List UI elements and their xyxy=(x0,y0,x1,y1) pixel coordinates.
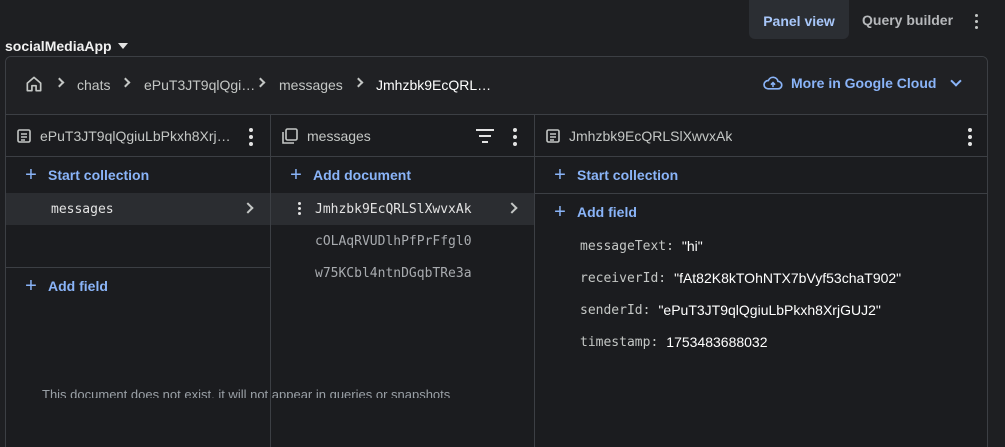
fields-column-header: Jmhzbk9EcQRLSlXwvxAk xyxy=(535,115,987,157)
chevron-right-icon xyxy=(255,77,266,88)
document-item-selected[interactable]: Jmhzbk9EcQRLSlXwvxAk xyxy=(271,193,534,225)
field-key: timestamp: xyxy=(580,334,659,350)
selected-document-title: Jmhzbk9EcQRLSlXwvxAk xyxy=(569,127,733,144)
chevron-right-icon xyxy=(120,77,131,88)
plus-icon: + xyxy=(25,164,37,186)
field-key: senderId: xyxy=(580,302,651,318)
document-icon xyxy=(17,128,31,143)
fields-column: Jmhzbk9EcQRLSlXwvxAk + Start collection … xyxy=(535,115,987,447)
cloud-link-label: More in Google Cloud xyxy=(791,75,937,91)
collection-item-messages[interactable]: messages xyxy=(6,193,270,225)
breadcrumb-messages[interactable]: messages xyxy=(279,77,343,93)
caret-down-icon xyxy=(117,43,128,49)
chevron-right-icon xyxy=(54,77,65,88)
field-key: messageText: xyxy=(580,238,674,254)
document-icon xyxy=(546,128,560,143)
add-field-label: Add field xyxy=(48,278,108,294)
collection-title: messages xyxy=(307,127,371,144)
field-value: 1753483688032 xyxy=(666,334,768,350)
collection-menu-icon[interactable] xyxy=(510,128,520,146)
collection-icon xyxy=(282,127,298,144)
chevron-right-icon xyxy=(353,77,364,88)
breadcrumb-current[interactable]: Jmhzbk9EcQRL… xyxy=(376,77,491,93)
filter-icon[interactable] xyxy=(476,129,494,143)
breadcrumb: chats ePuT3JT9qlQgi… messages Jmhzbk9EcQ… xyxy=(6,57,987,115)
document-id: cOLAqRVUDlhPfPrFfgl0 xyxy=(315,233,472,249)
add-document-button[interactable]: + Add document xyxy=(271,157,534,193)
plus-icon: + xyxy=(290,164,302,186)
cloud-upload-icon xyxy=(763,76,783,90)
home-icon[interactable] xyxy=(24,74,44,94)
plus-icon: + xyxy=(554,201,566,223)
fields-menu-icon[interactable] xyxy=(965,128,975,146)
field-row-receiverId[interactable]: receiverId: "fAt82K8kTOhNTX7bVyf53chaT90… xyxy=(535,262,987,294)
add-field-label: Add field xyxy=(577,204,637,220)
chevron-down-icon xyxy=(950,75,963,87)
add-field-button[interactable]: + Add field xyxy=(6,268,270,304)
collection-column-header: messages xyxy=(271,115,534,157)
start-collection-label: Start collection xyxy=(48,167,150,183)
project-selector[interactable]: socialMediaApp xyxy=(5,38,128,54)
query-builder-button[interactable]: Query builder xyxy=(862,9,953,31)
project-name: socialMediaApp xyxy=(5,38,112,54)
breadcrumb-chats[interactable]: chats xyxy=(77,77,110,93)
field-row-messageText[interactable]: messageText: "hi" xyxy=(535,230,987,262)
start-collection-label: Start collection xyxy=(577,167,679,183)
document-title: ePuT3JT9qlQgiuLbPkxh8Xrj… xyxy=(40,127,231,144)
add-field-button[interactable]: + Add field xyxy=(535,194,987,230)
document-id: w75KCbl4ntnDGqbTRe3a xyxy=(315,265,472,281)
document-menu-icon[interactable] xyxy=(246,128,256,146)
chevron-right-icon xyxy=(242,202,254,214)
plus-icon: + xyxy=(554,164,566,186)
field-value: "ePuT3JT9qlQgiuLbPkxh8XrjGUJ2" xyxy=(658,302,881,318)
field-row-timestamp[interactable]: timestamp: 1753483688032 xyxy=(535,326,987,358)
plus-icon: + xyxy=(25,275,37,297)
breadcrumb-document[interactable]: ePuT3JT9qlQgi… xyxy=(144,77,255,93)
panel-view-button[interactable]: Panel view xyxy=(749,0,849,39)
field-row-senderId[interactable]: senderId: "ePuT3JT9qlQgiuLbPkxh8XrjGUJ2" xyxy=(535,294,987,326)
drag-handle-icon[interactable] xyxy=(297,202,301,217)
document-column-header: ePuT3JT9qlQgiuLbPkxh8Xrj… xyxy=(6,115,270,157)
more-options-icon[interactable] xyxy=(968,14,984,36)
start-collection-button[interactable]: + Start collection xyxy=(535,157,987,193)
collection-name: messages xyxy=(51,201,114,217)
field-key: receiverId: xyxy=(580,270,667,286)
start-collection-button[interactable]: + Start collection xyxy=(6,157,270,193)
document-id: Jmhzbk9EcQRLSlXwvxAk xyxy=(315,201,472,217)
document-item[interactable]: w75KCbl4ntnDGqbTRe3a xyxy=(271,257,534,289)
field-value: "fAt82K8kTOhNTX7bVyf53chaT902" xyxy=(674,270,902,286)
add-document-label: Add document xyxy=(313,167,411,183)
chevron-right-icon xyxy=(506,202,518,214)
document-item[interactable]: cOLAqRVUDlhPfPrFfgl0 xyxy=(271,225,534,257)
top-bar: Panel view Query builder socialMediaApp xyxy=(0,0,1005,56)
field-value: "hi" xyxy=(681,238,703,254)
missing-document-note: This document does not exist, it will no… xyxy=(42,387,451,398)
more-in-google-cloud-button[interactable]: More in Google Cloud xyxy=(763,75,963,91)
